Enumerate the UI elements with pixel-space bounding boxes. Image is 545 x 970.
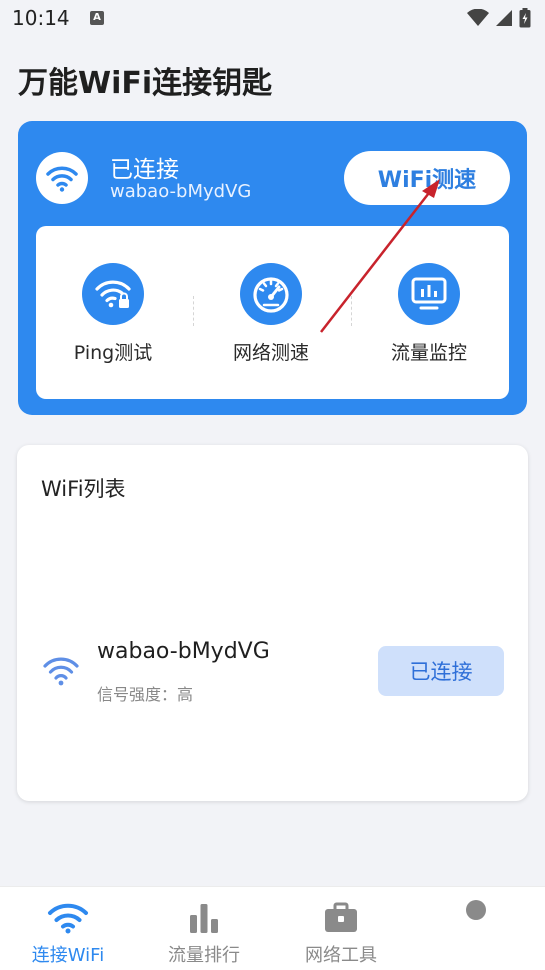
- tool-label: 网络测速: [232, 342, 309, 364]
- tools-panel: Ping测试 网络测速 流量监控: [36, 226, 509, 399]
- tool-traffic-monitor[interactable]: 流量监控: [364, 263, 494, 365]
- monitor-chart-icon: [398, 263, 460, 325]
- connected-ssid: wabao-bMydVG: [110, 181, 252, 202]
- tool-network-speed[interactable]: 网络测速: [206, 263, 336, 365]
- nav-traffic-ranking[interactable]: 流量排行: [144, 901, 264, 967]
- status-time: 10:14: [12, 6, 70, 30]
- tool-label: 流量监控: [390, 342, 467, 364]
- bottom-nav: 连接WiFi 流量排行 网络工具: [0, 886, 545, 970]
- signal-strength: 信号强度：高: [97, 685, 194, 704]
- wifi-ssid: wabao-bMydVG: [97, 639, 270, 664]
- nav-label: 连接WiFi: [31, 945, 105, 966]
- wifi-speed-test-button[interactable]: WiFi测速: [344, 151, 510, 205]
- divider: [193, 296, 194, 326]
- tool-ping-test[interactable]: Ping测试: [48, 263, 178, 365]
- battery-icon: [519, 8, 531, 28]
- dot-icon: [416, 899, 536, 921]
- connection-card: 已连接 wabao-bMydVG WiFi测速 Ping测试 网络测速 流量监控: [18, 121, 527, 415]
- nav-label: 流量排行: [168, 945, 240, 966]
- nav-label: 网络工具: [305, 945, 377, 966]
- wifi-list-card: WiFi列表 wabao-bMydVG 信号强度：高 已连接: [17, 445, 528, 801]
- notification-icon: A: [90, 11, 104, 25]
- tool-label: Ping测试: [73, 342, 153, 364]
- wifi-icon: [8, 901, 128, 935]
- wifi-lock-icon: [82, 263, 144, 325]
- connected-button[interactable]: 已连接: [378, 646, 504, 696]
- wifi-list-title: WiFi列表: [41, 477, 126, 501]
- toolbox-icon: [281, 901, 401, 935]
- wifi-signal-icon: [467, 9, 489, 26]
- app-title: 万能WiFi连接钥匙: [18, 66, 273, 101]
- speedometer-icon: [240, 263, 302, 325]
- status-icons: [467, 8, 531, 28]
- divider: [351, 296, 352, 326]
- nav-connect-wifi[interactable]: 连接WiFi: [8, 901, 128, 967]
- status-bar: 10:14 A: [0, 0, 545, 38]
- wifi-signal-icon: [42, 655, 80, 691]
- connected-wifi-icon: [36, 152, 88, 204]
- nav-network-tools[interactable]: 网络工具: [281, 901, 401, 967]
- cell-signal-icon: [496, 10, 512, 26]
- bar-chart-icon: [144, 901, 264, 935]
- connection-status: 已连接: [110, 157, 179, 183]
- nav-extra[interactable]: [416, 899, 536, 921]
